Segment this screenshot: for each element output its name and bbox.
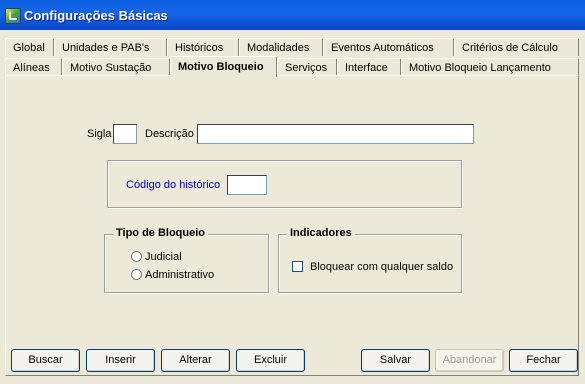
tab-motivo-sustacao[interactable]: Motivo Sustação — [62, 58, 170, 76]
tab-criterios-calculo[interactable]: Critérios de Cálculo — [454, 38, 579, 56]
radio-judicial-label[interactable]: Judicial — [145, 251, 182, 263]
tab-motivo-bloqueio[interactable]: Motivo Bloqueio — [170, 56, 277, 77]
tab-interface[interactable]: Interface — [337, 58, 401, 76]
tab-row-back: Global Unidades e PAB's Históricos Modal… — [5, 38, 579, 56]
descricao-label: Descrição — [145, 128, 194, 140]
indicadores-legend: Indicadores — [287, 227, 355, 239]
bloquear-saldo-checkbox[interactable] — [292, 261, 303, 272]
codigo-historico-label[interactable]: Código do histórico — [126, 179, 220, 191]
radio-administrativo[interactable] — [131, 269, 142, 280]
tab-alineas[interactable]: Alíneas — [5, 58, 62, 76]
tab-servicos[interactable]: Serviços — [277, 58, 337, 76]
window-title: Configurações Básicas — [24, 8, 168, 23]
abandonar-button[interactable]: Abandonar — [435, 349, 504, 372]
tab-modalidades[interactable]: Modalidades — [239, 38, 323, 56]
excluir-button[interactable]: Excluir — [236, 349, 305, 372]
bloquear-saldo-label[interactable]: Bloquear com qualquer saldo — [310, 261, 453, 273]
radio-judicial[interactable] — [131, 251, 142, 262]
tab-unidades-pabs[interactable]: Unidades e PAB's — [54, 38, 167, 56]
buscar-button[interactable]: Buscar — [11, 349, 80, 372]
alterar-button[interactable]: Alterar — [161, 349, 230, 372]
codigo-historico-input[interactable] — [227, 175, 267, 195]
inserir-button[interactable]: Inserir — [86, 349, 155, 372]
window-titlebar: Configurações Básicas — [0, 0, 585, 30]
app-icon — [5, 8, 21, 24]
tab-eventos-automaticos[interactable]: Eventos Automáticos — [323, 38, 454, 56]
tab-panel — [5, 75, 579, 376]
sigla-input[interactable] — [113, 124, 137, 144]
tipo-bloqueio-legend: Tipo de Bloqueio — [113, 227, 209, 239]
tab-historicos[interactable]: Históricos — [167, 38, 239, 56]
fechar-button[interactable]: Fechar — [509, 349, 578, 372]
tipo-bloqueio-group: Tipo de Bloqueio — [104, 227, 269, 293]
salvar-button[interactable]: Salvar — [361, 349, 430, 372]
tab-row-front: Alíneas Motivo Sustação Motivo Bloqueio … — [5, 56, 579, 77]
tab-motivo-bloqueio-lancamento[interactable]: Motivo Bloqueio Lançamento — [401, 58, 579, 76]
sigla-label: Sigla — [87, 128, 112, 140]
descricao-input[interactable] — [197, 124, 474, 144]
tab-global[interactable]: Global — [5, 38, 54, 56]
radio-administrativo-label[interactable]: Administrativo — [145, 269, 214, 281]
